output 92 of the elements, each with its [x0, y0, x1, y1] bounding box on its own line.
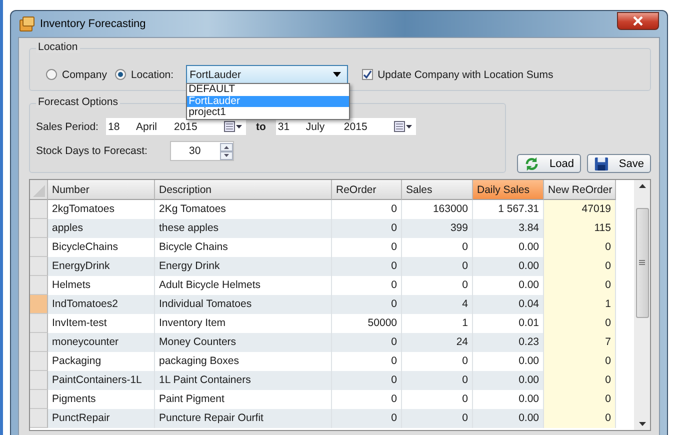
date-field[interactable]: 18 April 2015 — [106, 118, 246, 135]
table-cell: moneycounter — [48, 333, 155, 352]
column-header[interactable]: Sales — [402, 180, 473, 200]
field-label: Stock Days to Forecast: — [36, 145, 148, 157]
table-cell: 0.00 — [473, 371, 544, 390]
row-header[interactable] — [30, 371, 48, 390]
table-cell: 1L Paint Containers — [155, 371, 332, 390]
table-cell: Puncture Repair Ourfit — [155, 409, 332, 428]
row-header[interactable] — [30, 238, 48, 257]
date-field[interactable]: 31 July 2015 — [276, 118, 416, 135]
dropdown-arrow-icon — [332, 72, 341, 77]
spinner-arrows-icon — [220, 142, 233, 160]
vertical-scrollbar[interactable] — [634, 180, 650, 430]
radio-button[interactable] — [114, 69, 126, 80]
checkbox[interactable] — [362, 69, 373, 80]
corner-cell — [30, 180, 48, 200]
box-icon — [19, 16, 35, 32]
radio-button[interactable] — [46, 69, 57, 80]
grip-icon — [639, 260, 645, 266]
column-header[interactable]: New ReOrder — [544, 180, 616, 200]
table-cell: 0 — [402, 409, 473, 428]
column-header[interactable]: Description — [155, 180, 332, 200]
column-header[interactable]: Number — [48, 180, 155, 200]
table-cell: PaintContainers-1L — [48, 371, 155, 390]
table-cell: 47019 — [544, 200, 616, 219]
table-cell: IndTomatoes2 — [48, 295, 155, 314]
table-cell: 0 — [544, 276, 616, 295]
action-button[interactable]: Load — [517, 154, 581, 173]
row-header[interactable] — [30, 295, 48, 314]
table-cell: 0.00 — [473, 257, 544, 276]
table-cell: 0 — [402, 371, 473, 390]
row-header[interactable] — [30, 390, 48, 409]
table-cell: 0 — [544, 390, 616, 409]
row-header[interactable] — [30, 219, 48, 238]
table-cell: 399 — [402, 219, 473, 238]
table-cell: PunctRepair — [48, 409, 155, 428]
table-cell: 0 — [332, 295, 402, 314]
action-button[interactable]: Save — [587, 154, 651, 173]
close-icon — [633, 16, 643, 26]
checkbox-label: Update Company with Location Sums — [378, 68, 554, 80]
stock-days-spinner[interactable]: 30 — [170, 141, 234, 161]
table-cell: 24 — [402, 333, 473, 352]
scroll-down-icon[interactable] — [638, 422, 646, 426]
table-cell: Energy Drink — [155, 257, 332, 276]
table-cell: Individual Tomatoes — [155, 295, 332, 314]
close-button[interactable] — [617, 12, 659, 30]
table-cell: 3.84 — [473, 219, 544, 238]
table-cell: 0.00 — [473, 409, 544, 428]
column-header[interactable]: Daily Sales — [473, 180, 544, 200]
row-header[interactable] — [30, 333, 48, 352]
window-title: Inventory Forecasting — [40, 18, 146, 30]
table-cell: 0.23 — [473, 333, 544, 352]
scroll-thumb[interactable] — [636, 208, 648, 318]
row-header[interactable] — [30, 409, 48, 428]
table-cell: EnergyDrink — [48, 257, 155, 276]
dropdown-option[interactable]: DEFAULT — [186, 84, 349, 96]
table-cell: 0 — [544, 409, 616, 428]
table-cell: apples — [48, 219, 155, 238]
radio-label: Company — [62, 68, 107, 80]
table-cell: 7 — [544, 333, 616, 352]
group-title: Forecast Options — [36, 96, 120, 108]
table-cell: 0 — [332, 371, 402, 390]
field-label: to — [256, 120, 266, 132]
row-header[interactable] — [30, 314, 48, 333]
table-cell: 115 — [544, 219, 616, 238]
table-cell: 0 — [544, 257, 616, 276]
scroll-up-icon[interactable] — [638, 184, 646, 188]
table-cell: Money Counters — [155, 333, 332, 352]
table-cell: 1 — [544, 295, 616, 314]
table-cell: 0 — [332, 409, 402, 428]
table-cell: 0.04 — [473, 295, 544, 314]
table-cell: 0 — [332, 257, 402, 276]
table-cell: 0 — [544, 314, 616, 333]
table-cell: 0 — [544, 238, 616, 257]
table-cell: 0 — [332, 333, 402, 352]
row-header[interactable] — [30, 276, 48, 295]
column-header[interactable]: ReOrder — [332, 180, 402, 200]
table-cell: 0 — [402, 257, 473, 276]
table-cell: these apples — [155, 219, 332, 238]
table-cell: 4 — [402, 295, 473, 314]
field-label: Sales Period: — [36, 120, 100, 132]
row-header[interactable] — [30, 200, 48, 219]
radio-label: Location: — [130, 68, 174, 80]
table-cell: 0 — [544, 371, 616, 390]
refresh-icon — [524, 156, 540, 172]
table-cell: 0 — [544, 352, 616, 371]
row-header[interactable] — [30, 352, 48, 371]
table-cell: 0 — [332, 219, 402, 238]
dropdown-option[interactable]: project1 — [186, 107, 349, 118]
calendar-icon — [394, 121, 412, 132]
row-header[interactable] — [30, 257, 48, 276]
group-title: Location — [36, 41, 80, 53]
